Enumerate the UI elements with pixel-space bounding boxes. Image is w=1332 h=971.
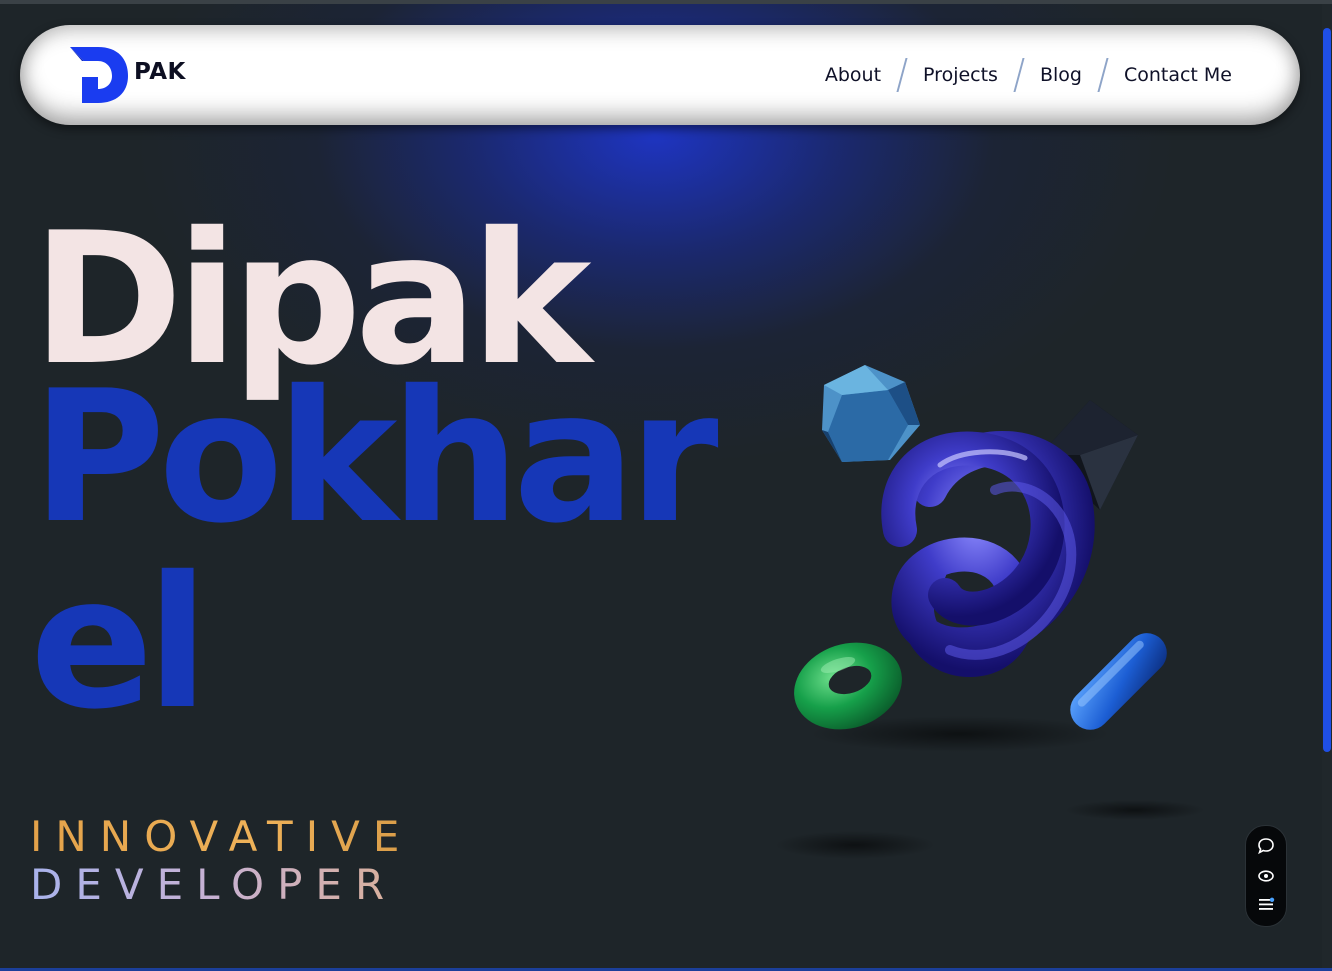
nav-blog[interactable]: Blog bbox=[1040, 64, 1082, 86]
torus-knot-shape bbox=[881, 431, 1095, 678]
shadow bbox=[1065, 800, 1205, 820]
scrollbar-thumb[interactable] bbox=[1323, 28, 1331, 752]
nav-projects[interactable]: Projects bbox=[923, 64, 998, 86]
chat-icon[interactable] bbox=[1254, 834, 1278, 858]
dodecahedron-shape bbox=[822, 365, 920, 462]
nav-about[interactable]: About bbox=[825, 64, 881, 86]
nav-separator bbox=[1013, 58, 1025, 92]
floating-toolbar bbox=[1245, 825, 1287, 927]
hero-last-name-line1: Pokhar bbox=[32, 351, 719, 563]
nav-separator bbox=[1097, 58, 1109, 92]
page: PAK About Projects Blog Contact Me Dipak… bbox=[0, 0, 1332, 971]
hero-tagline-line1: INNOVATIVE bbox=[30, 812, 413, 861]
main-nav: About Projects Blog Contact Me bbox=[825, 25, 1232, 125]
nav-separator bbox=[896, 58, 908, 92]
hero-3d-illustration bbox=[775, 365, 1205, 859]
hero-last-name-line2: el bbox=[30, 537, 209, 749]
shadow bbox=[775, 831, 935, 859]
eye-icon[interactable] bbox=[1254, 864, 1278, 888]
logo-d-icon bbox=[70, 47, 128, 103]
hero-tagline-line2: DEVELOPER bbox=[30, 860, 398, 909]
logo-text: PAK bbox=[134, 59, 186, 85]
window-top-edge bbox=[0, 0, 1332, 4]
nav-contact[interactable]: Contact Me bbox=[1124, 64, 1232, 86]
navbar: PAK About Projects Blog Contact Me bbox=[20, 25, 1300, 125]
logo[interactable]: PAK bbox=[68, 45, 208, 105]
blue-capsule-shape bbox=[1070, 633, 1167, 730]
list-settings-icon[interactable] bbox=[1254, 892, 1278, 916]
